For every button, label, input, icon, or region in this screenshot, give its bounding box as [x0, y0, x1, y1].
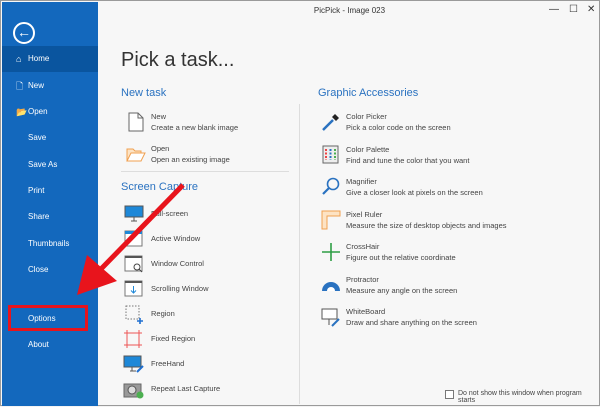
picpick-window: PicPick - Image 023 — ☐ ✕ ← ⌂ Home 🗋 New 📂… — [0, 0, 600, 406]
red-annotation-arrow-icon — [77, 183, 185, 295]
